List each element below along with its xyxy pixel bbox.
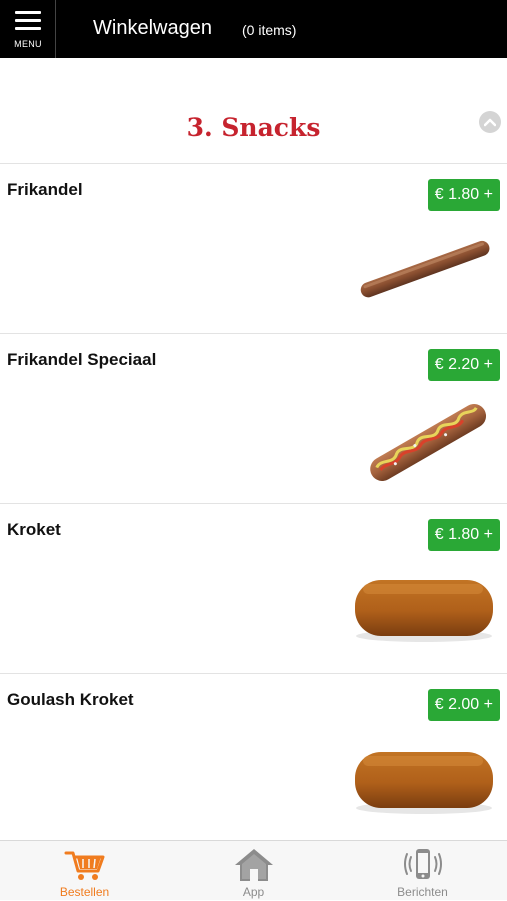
tab-label: Bestellen bbox=[59, 885, 110, 899]
menu-item[interactable]: Frikandel € 1.80 + bbox=[0, 164, 507, 334]
home-icon bbox=[235, 849, 273, 881]
add-to-cart-price-button[interactable]: € 2.00 + bbox=[427, 689, 500, 721]
phone-vibrate-icon bbox=[404, 849, 442, 879]
menu-item[interactable]: Kroket € 1.80 + bbox=[0, 504, 507, 674]
collapse-button[interactable] bbox=[479, 111, 501, 133]
menu-item[interactable]: Goulash Kroket € 2.00 + bbox=[0, 674, 507, 844]
tab-bestellen[interactable]: Bestellen bbox=[0, 841, 169, 901]
goulash-kroket-image bbox=[355, 752, 493, 814]
add-to-cart-price-button[interactable]: € 2.20 + bbox=[427, 349, 500, 381]
tab-label: App bbox=[242, 885, 265, 899]
chevron-up-icon bbox=[484, 118, 496, 127]
add-to-cart-price-button[interactable]: € 1.80 + bbox=[427, 179, 500, 211]
category-title: 3. Snacks bbox=[186, 113, 321, 142]
frikandel-image bbox=[360, 240, 490, 298]
item-name: Frikandel bbox=[7, 180, 83, 199]
cart-icon bbox=[64, 851, 105, 880]
category-header: 3. Snacks bbox=[0, 58, 507, 164]
menu-button[interactable]: MENU bbox=[0, 0, 56, 58]
frikandel-speciaal-image bbox=[370, 404, 487, 481]
tab-label: Berichten bbox=[397, 885, 448, 899]
tab-app[interactable]: App bbox=[169, 841, 338, 901]
item-name: Goulash Kroket bbox=[7, 690, 134, 709]
kroket-image bbox=[355, 580, 493, 642]
page-title: Winkelwagen bbox=[93, 17, 212, 39]
add-to-cart-price-button[interactable]: € 1.80 + bbox=[427, 519, 500, 551]
cart-item-count: (0 items) bbox=[242, 22, 297, 38]
tab-berichten[interactable]: Berichten bbox=[338, 841, 507, 901]
item-name: Frikandel Speciaal bbox=[7, 350, 157, 369]
hamburger-icon bbox=[15, 11, 41, 30]
menu-label: MENU bbox=[14, 39, 42, 49]
menu-item[interactable]: Frikandel Speciaal € 2.20 + bbox=[0, 334, 507, 504]
item-name: Kroket bbox=[7, 520, 61, 539]
top-bar: MENU Winkelwagen (0 items) bbox=[0, 0, 507, 58]
bottom-tab-bar: Bestellen App Berichten bbox=[0, 840, 507, 900]
